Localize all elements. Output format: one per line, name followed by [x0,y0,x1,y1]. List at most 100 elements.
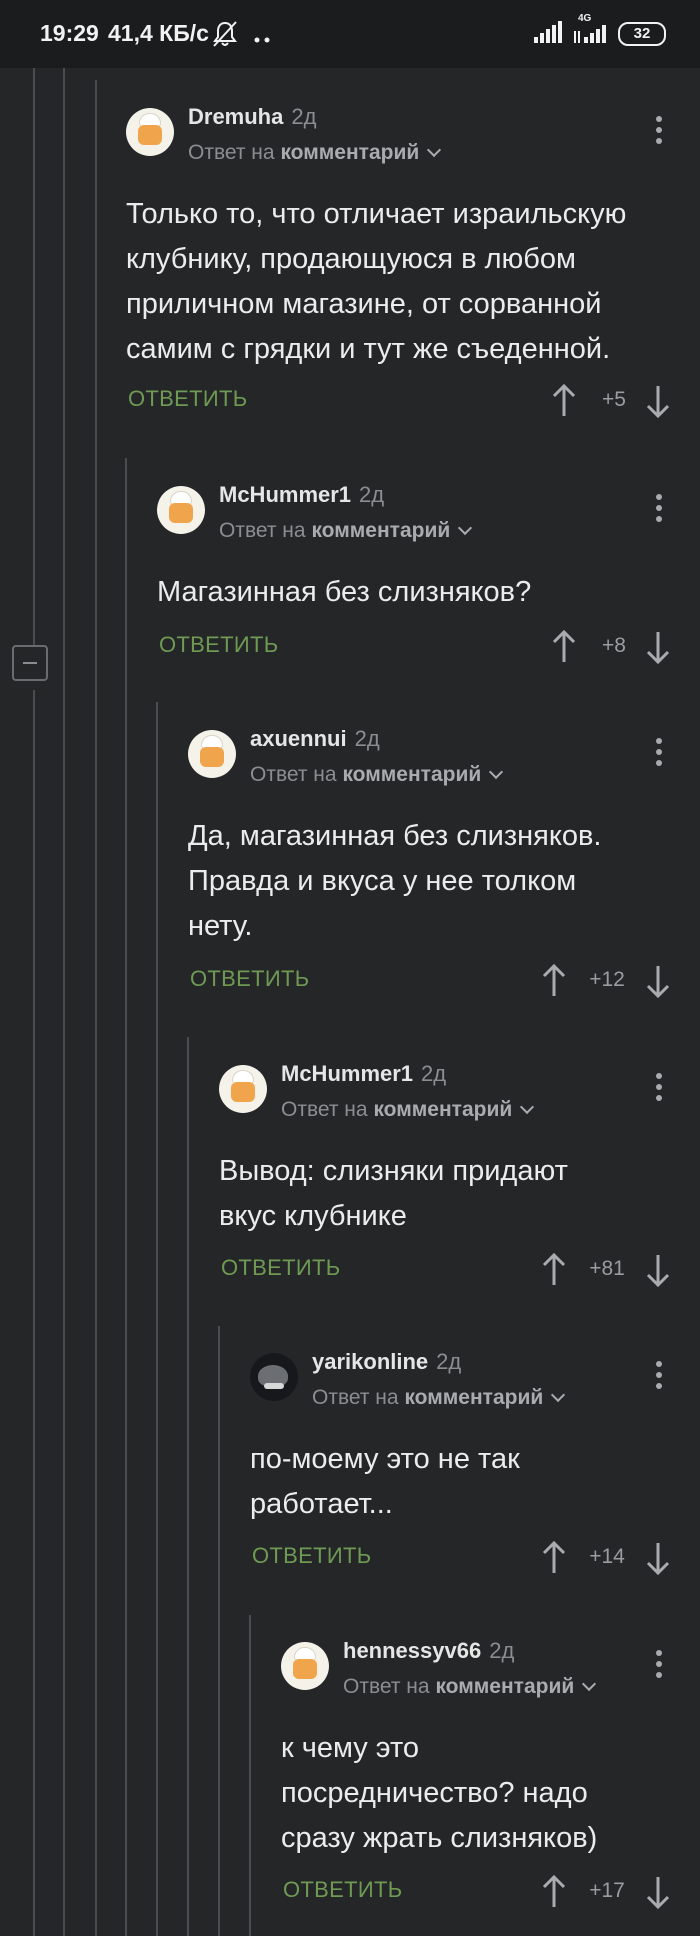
avatar[interactable] [126,108,174,156]
battery-icon: 32 [618,22,666,46]
avatar[interactable] [281,1642,329,1690]
comment-text-line: работает... [250,1488,393,1520]
chevron-down-icon[interactable] [427,142,442,158]
comment-text: Да, магазинная без слизняков. Правда и в… [188,814,678,949]
reply-button[interactable]: ОТВЕТИТЬ [252,1543,371,1569]
collapse-thread-button[interactable] [12,645,48,681]
reply-target-link[interactable]: комментарий [311,519,450,542]
avatar[interactable] [188,730,236,778]
reply-target-link[interactable]: комментарий [280,141,419,164]
downvote-icon[interactable] [646,1541,670,1575]
comment-author[interactable]: yarikonline 2д [312,1349,461,1375]
comment-score: +81 [589,1257,625,1280]
reply-target-link[interactable]: комментарий [373,1098,512,1121]
network-speed: 41,4 КБ/с [108,20,209,46]
author-name[interactable]: McHummer1 [219,482,351,507]
upvote-icon[interactable] [552,384,576,418]
downvote-icon[interactable] [646,1253,670,1287]
upvote-icon[interactable] [542,964,566,998]
upvote-icon[interactable] [552,630,576,664]
author-name[interactable]: axuennui [250,726,347,751]
reply-button[interactable]: ОТВЕТИТЬ [221,1255,340,1281]
downvote-icon[interactable] [646,384,670,418]
reply-target-link[interactable]: комментарий [404,1386,543,1409]
comment-author[interactable]: McHummer1 2д [281,1061,446,1087]
reply-button[interactable]: ОТВЕТИТЬ [283,1877,402,1903]
chevron-down-icon[interactable] [489,764,504,780]
reply-to-info[interactable]: Ответ на комментарий [219,519,473,543]
more-options-icon[interactable] [656,116,664,146]
dots-icon [254,30,270,48]
comment-author[interactable]: McHummer1 2д [219,482,384,508]
status-icons: 4G 32 [534,13,666,48]
comment-text: Магазинная без слизняков? [157,570,677,615]
thread-line [95,80,97,1936]
comment: McHummer1 2д Ответ на комментарий Вывод: … [219,1061,700,1295]
comment-text-line: Вывод: слизняки придают [219,1155,568,1187]
reply-prefix: Ответ на [312,1386,399,1409]
comment-text-line: Правда и вкуса у нее толком [188,865,577,897]
comment-author[interactable]: Dremuha 2д [188,104,316,130]
upvote-icon[interactable] [542,1541,566,1575]
reply-prefix: Ответ на [219,519,306,542]
reply-button[interactable]: ОТВЕТИТЬ [159,632,278,658]
more-options-icon[interactable] [656,1650,664,1680]
more-options-icon[interactable] [656,738,664,768]
author-name[interactable]: Dremuha [188,104,283,129]
upvote-icon[interactable] [542,1253,566,1287]
comment-actions: ОТВЕТИТЬ +17 [283,1875,693,1911]
more-options-icon[interactable] [656,494,664,524]
comment-actions: ОТВЕТИТЬ +81 [221,1253,691,1289]
more-options-icon[interactable] [656,1361,664,1391]
downvote-icon[interactable] [646,964,670,998]
reply-to-info[interactable]: Ответ на комментарий [281,1098,535,1122]
author-name[interactable]: hennessyv66 [343,1638,481,1663]
reply-button[interactable]: ОТВЕТИТЬ [190,966,309,992]
comment-time: 2д [359,482,385,507]
signal-icon [534,20,564,48]
author-name[interactable]: yarikonline [312,1349,428,1374]
comment-time: 2д [421,1061,447,1086]
thread-line [63,68,65,1936]
thread-line [33,690,35,1936]
chevron-down-icon[interactable] [458,520,473,536]
comment: Dremuha 2д Ответ на комментарий Только то… [126,104,700,428]
comment-time: 2д [489,1638,515,1663]
more-options-icon[interactable] [656,1073,664,1103]
comment-author[interactable]: axuennui 2д [250,726,380,752]
reply-to-info[interactable]: Ответ на комментарий [188,141,442,165]
upvote-icon[interactable] [542,1875,566,1909]
chevron-down-icon[interactable] [582,1676,597,1692]
chevron-down-icon[interactable] [520,1099,535,1115]
reply-target-link[interactable]: комментарий [342,763,481,786]
comment-text: Только то, что отличает израильскую клуб… [126,192,686,372]
reply-to-info[interactable]: Ответ на комментарий [343,1675,597,1699]
network-type-label: 4G [578,12,592,24]
comment-author[interactable]: hennessyv66 2д [343,1638,514,1664]
reply-button[interactable]: ОТВЕТИТЬ [128,386,247,412]
reply-to-info[interactable]: Ответ на комментарий [250,763,504,787]
reply-prefix: Ответ на [281,1098,368,1121]
thread-line [187,1037,189,1936]
status-bar: 19:29 41,4 КБ/с 4G 32 [0,0,700,68]
reply-target-link[interactable]: комментарий [435,1675,574,1698]
chevron-down-icon[interactable] [551,1387,566,1403]
comment-text-line: Да, магазинная без слизняков. [188,820,602,852]
comment: yarikonline 2д Ответ на комментарий по-мо… [250,1349,700,1593]
avatar[interactable] [157,486,205,534]
thread-line [125,458,127,1936]
downvote-icon[interactable] [646,630,670,664]
comment-text: по-моему это не так работает... [250,1437,680,1527]
comment-text-line: по-моему это не так [250,1443,520,1475]
comment-actions: ОТВЕТИТЬ +12 [190,964,690,1000]
comment-text-line: вкус клубнике [219,1200,407,1232]
signal-4g-icon: 4G [574,13,608,48]
avatar[interactable] [250,1353,298,1401]
downvote-icon[interactable] [646,1875,670,1909]
author-name[interactable]: McHummer1 [281,1061,413,1086]
avatar[interactable] [219,1065,267,1113]
comment-actions: ОТВЕТИТЬ +5 [128,384,688,420]
comment-score: +8 [602,634,626,657]
comment-score: +17 [589,1879,625,1902]
reply-to-info[interactable]: Ответ на комментарий [312,1386,566,1410]
